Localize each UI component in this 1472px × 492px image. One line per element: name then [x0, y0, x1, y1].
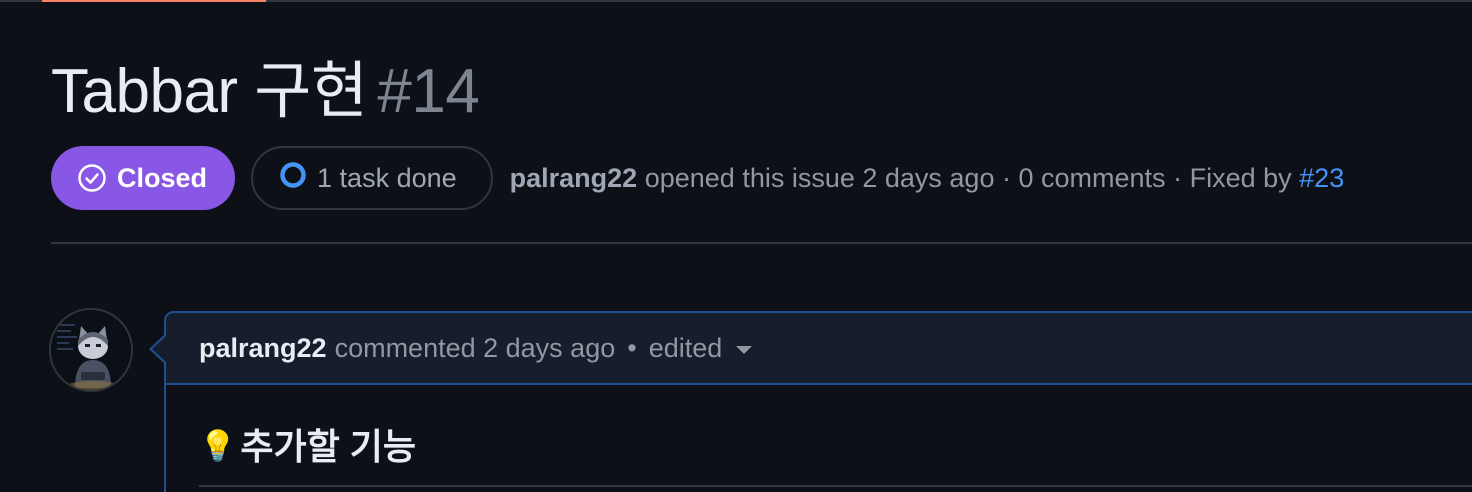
heading-underline	[199, 485, 1472, 487]
avatar[interactable]	[49, 308, 133, 392]
issue-meta-row: Closed 1 task done palrang22 opened this…	[51, 146, 1344, 210]
comment-heading-text: 추가할 기능	[240, 426, 416, 467]
issue-opened-text: opened this issue 2 days ago	[644, 162, 995, 193]
issue-title: Tabbar 구현 #14	[51, 56, 480, 128]
check-circle-icon	[77, 163, 107, 193]
progress-circle-icon	[279, 161, 307, 196]
comment-container: palrang22 commented 2 days ago • edited …	[164, 311, 1472, 492]
task-progress-label: 1 task done	[317, 162, 457, 193]
active-tab-indicator	[42, 0, 266, 2]
avatar-illustration	[51, 310, 131, 390]
fixed-by-pr-link[interactable]: #23	[1299, 163, 1344, 193]
comment-pointer-fill	[152, 336, 166, 362]
light-bulb-icon: 💡	[199, 430, 237, 463]
meta-separator: ·	[1173, 162, 1183, 193]
comment-action-text: commented 2 days ago	[334, 332, 616, 363]
comment-edited-label[interactable]: edited	[649, 333, 723, 364]
fixed-by-label: Fixed by	[1189, 162, 1292, 193]
issue-author-link[interactable]: palrang22	[510, 163, 638, 193]
caret-down-icon[interactable]	[736, 346, 753, 354]
task-progress-badge[interactable]: 1 task done	[251, 146, 493, 210]
comment-body: 💡 추가할 기능	[199, 423, 1472, 471]
issue-state-badge: Closed	[51, 146, 236, 210]
meta-separator: ·	[1001, 162, 1011, 193]
issue-meta-text: palrang22 opened this issue 2 days ago ·…	[510, 163, 1345, 194]
comment-author-link[interactable]: palrang22	[199, 333, 327, 364]
issue-number: #14	[377, 57, 480, 126]
header-divider	[51, 242, 1472, 244]
comments-count: 0 comments	[1018, 162, 1166, 193]
comment-header: palrang22 commented 2 days ago • edited	[166, 313, 1472, 385]
comment-separator: •	[627, 332, 637, 363]
issue-title-text: Tabbar 구현	[51, 57, 368, 126]
issue-page: Tabbar 구현 #14 Closed 1 task done palrang2…	[0, 0, 1472, 492]
comment-heading: 💡 추가할 기능	[199, 423, 1472, 471]
issue-state-label: Closed	[117, 162, 208, 193]
